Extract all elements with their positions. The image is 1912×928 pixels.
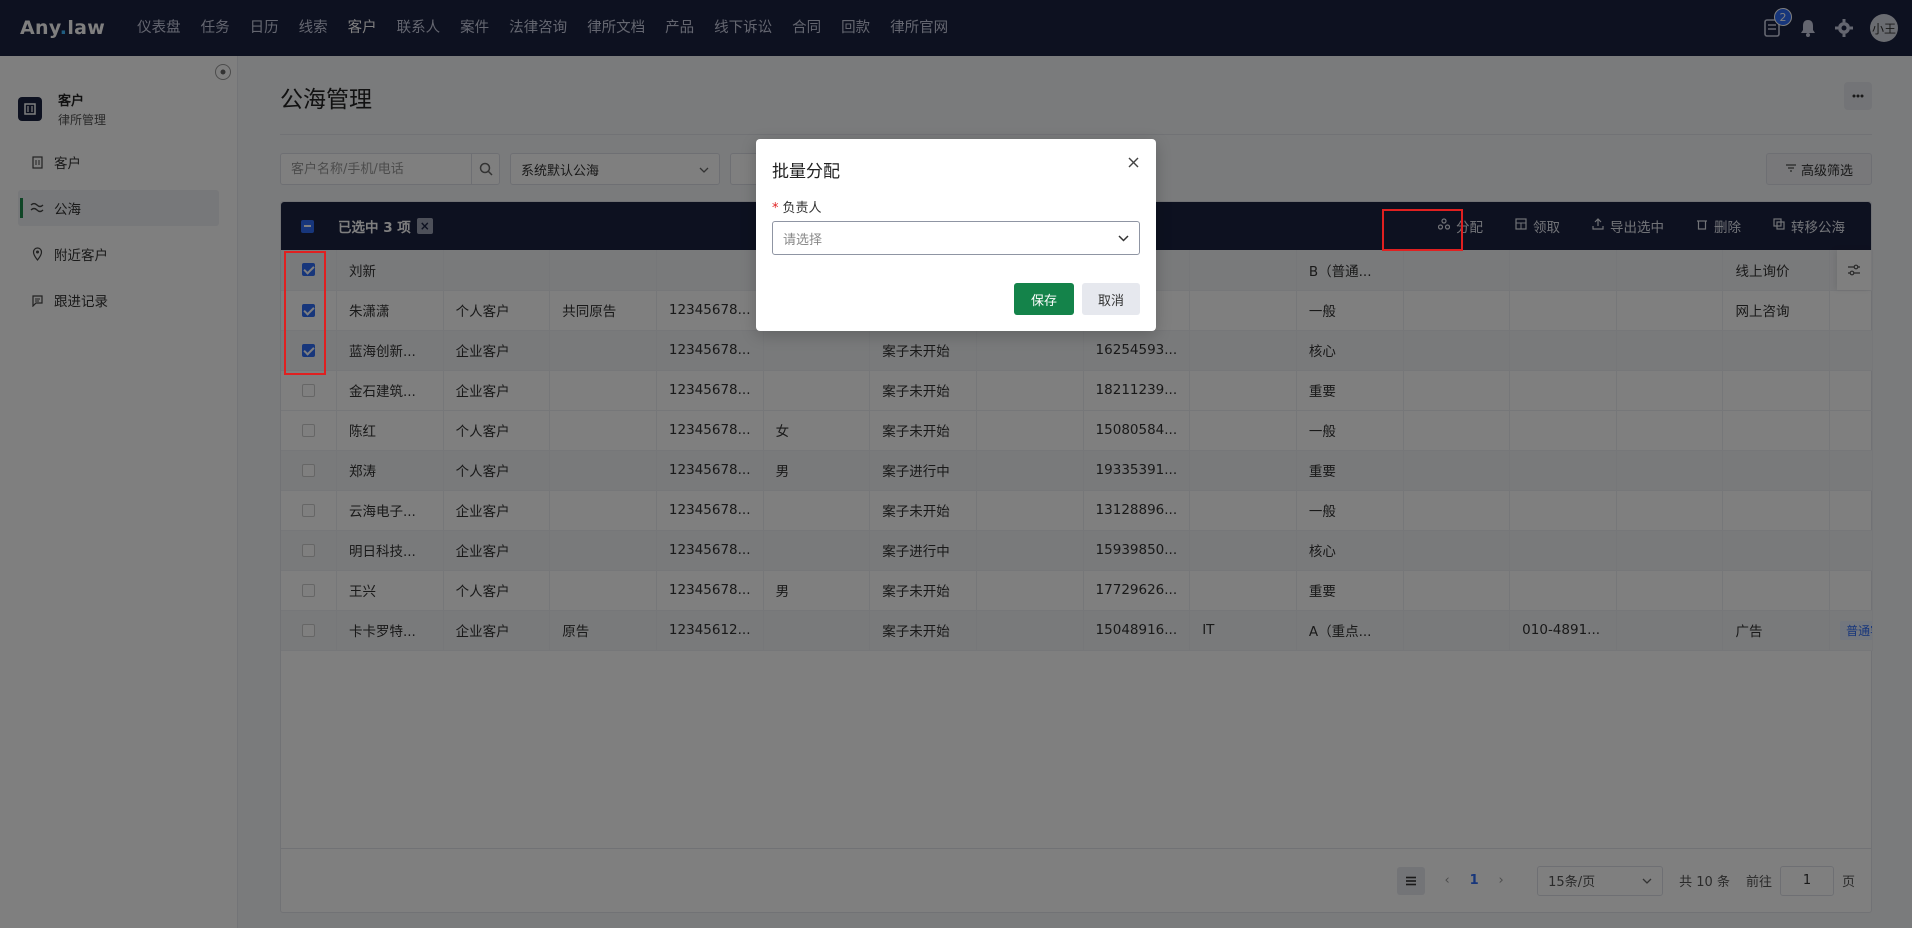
cancel-button[interactable]: 取消 — [1082, 283, 1140, 315]
required-mark: * — [772, 201, 779, 216]
owner-label: * 负责人 — [772, 197, 822, 216]
close-icon[interactable] — [1124, 153, 1142, 171]
batch-assign-dialog: 批量分配 * 负责人 请选择 保存 取消 — [756, 139, 1156, 331]
highlight-assign-button — [1382, 209, 1463, 251]
owner-select[interactable]: 请选择 — [772, 221, 1140, 255]
save-button[interactable]: 保存 — [1014, 283, 1074, 315]
owner-label-text: 负责人 — [782, 201, 822, 216]
highlight-selected-checkboxes — [284, 251, 326, 375]
chevron-down-icon — [1118, 231, 1129, 246]
dialog-title: 批量分配 — [772, 162, 840, 182]
owner-select-placeholder: 请选择 — [783, 232, 823, 248]
